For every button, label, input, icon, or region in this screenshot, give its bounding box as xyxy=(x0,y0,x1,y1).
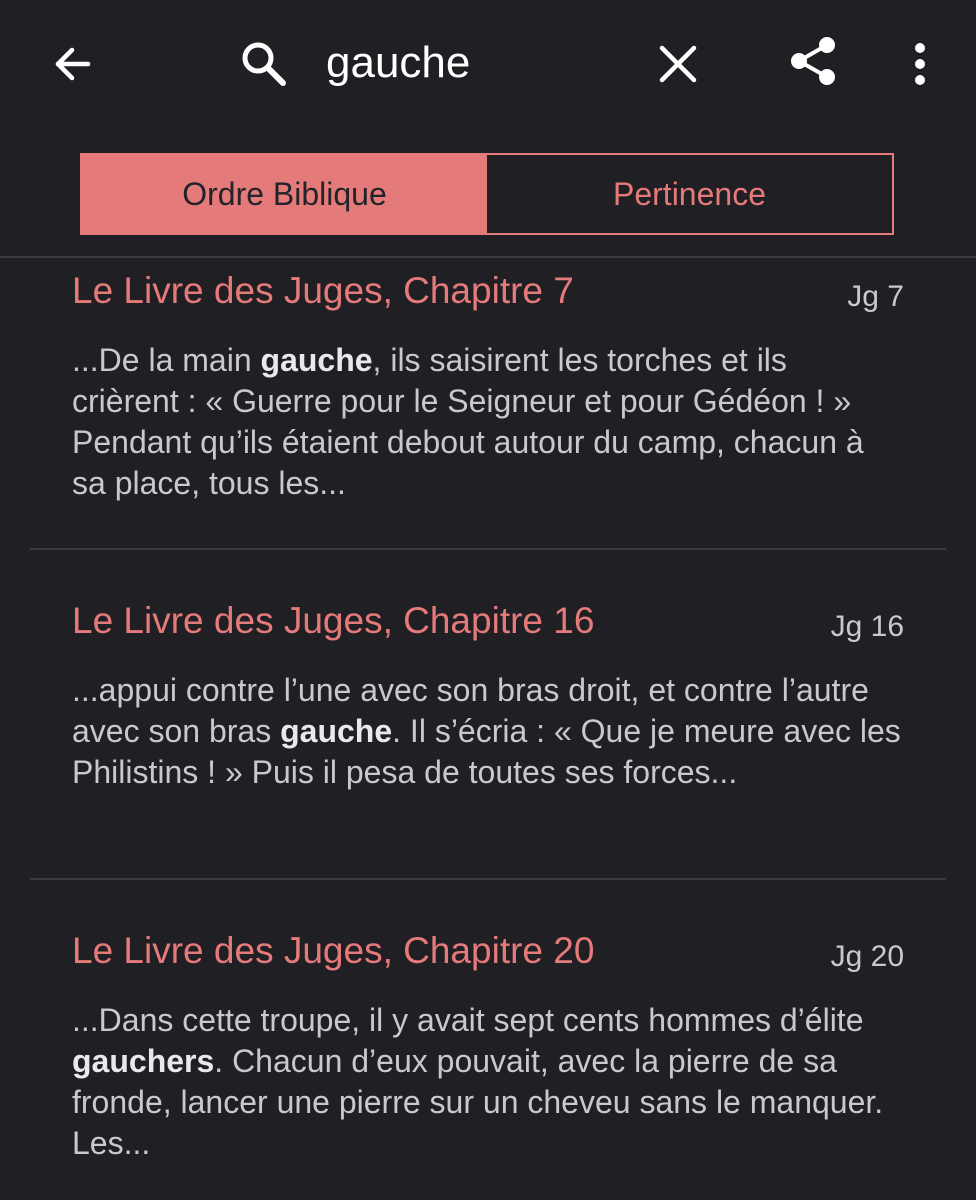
result-reference: Jg 16 xyxy=(830,610,904,643)
clear-search-button[interactable] xyxy=(646,32,710,96)
result-title: Le Livre des Juges, Chapitre 7 xyxy=(72,270,574,311)
arrow-left-icon xyxy=(55,47,91,81)
search-match-highlight: gauche xyxy=(260,342,373,378)
result-title: Le Livre des Juges, Chapitre 20 xyxy=(72,930,595,971)
result-snippet: ...appui contre l’une avec son bras droi… xyxy=(72,672,901,790)
header-divider xyxy=(0,256,976,258)
share-button[interactable] xyxy=(780,28,846,94)
search-match-highlight: gauchers xyxy=(72,1043,215,1079)
back-button[interactable] xyxy=(40,32,104,96)
share-icon xyxy=(791,37,835,85)
search-input[interactable] xyxy=(326,30,626,96)
more-options-button[interactable] xyxy=(898,32,942,96)
search-match-highlight: gauche xyxy=(280,713,393,749)
result-title: Le Livre des Juges, Chapitre 16 xyxy=(72,600,595,641)
close-icon xyxy=(659,45,697,83)
result-reference: Jg 20 xyxy=(830,940,904,973)
result-snippet: ...De la main gauche, ils saisirent les … xyxy=(72,342,864,501)
result-snippet: ...Dans cette troupe, il y avait sept ce… xyxy=(72,1002,884,1161)
row-divider xyxy=(30,548,946,550)
result-reference: Jg 7 xyxy=(847,280,904,313)
more-vertical-icon xyxy=(915,43,925,85)
tab-pertinence[interactable]: Pertinence xyxy=(487,155,892,233)
top-app-bar xyxy=(0,0,976,128)
row-divider xyxy=(30,878,946,880)
search-icon xyxy=(232,32,296,96)
sort-segmented-control: Ordre Biblique Pertinence xyxy=(80,153,894,235)
tab-ordre-biblique[interactable]: Ordre Biblique xyxy=(82,155,487,233)
